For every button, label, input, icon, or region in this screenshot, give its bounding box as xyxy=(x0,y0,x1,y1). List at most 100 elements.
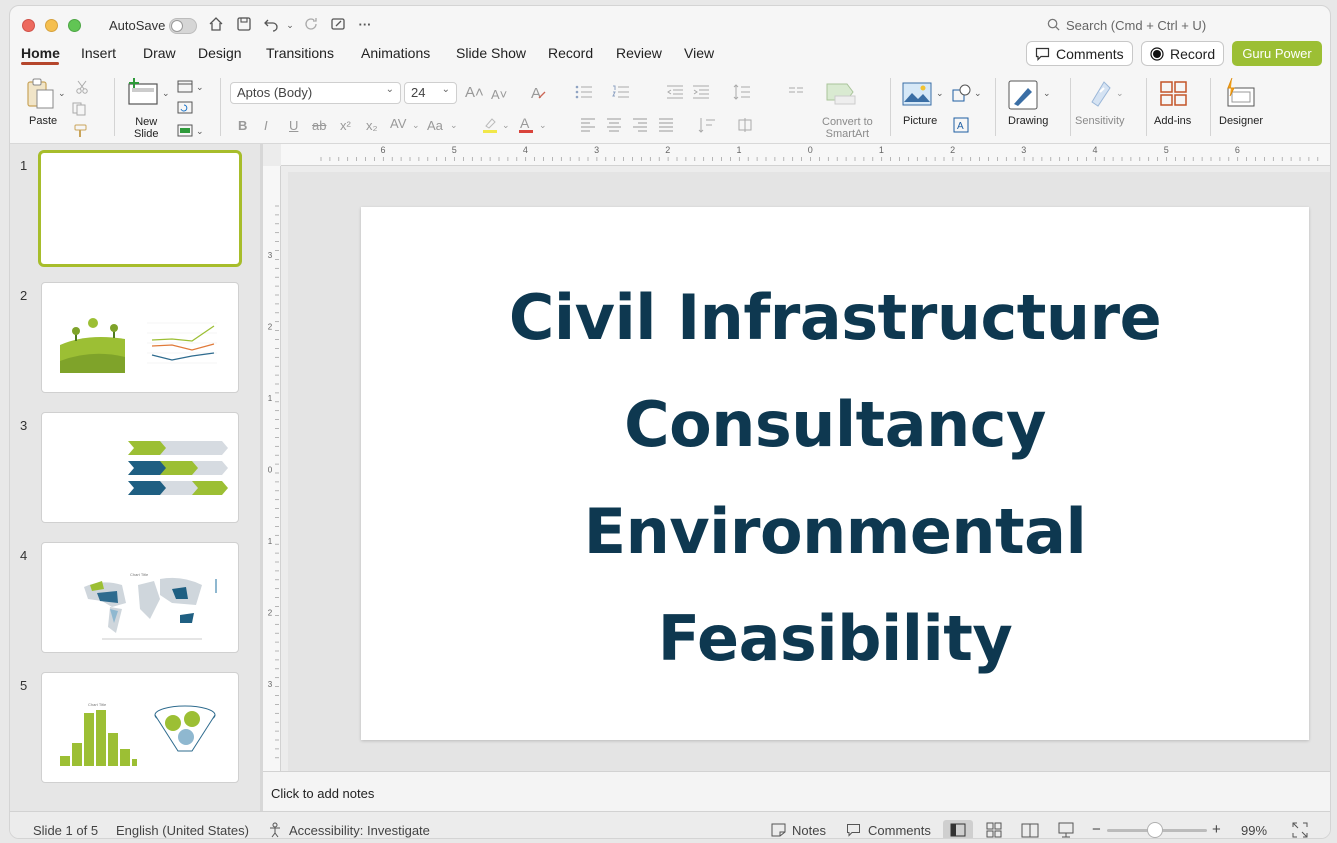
grow-font-icon[interactable]: A˄ xyxy=(465,85,484,100)
picture-chevron-icon[interactable]: ⌄ xyxy=(936,86,944,100)
new-slide-icon[interactable] xyxy=(127,78,159,109)
font-size-select[interactable]: 24 ⌄ xyxy=(404,82,457,104)
copy-icon[interactable] xyxy=(72,102,88,119)
change-case-button[interactable]: Aa xyxy=(427,119,443,133)
tab-transitions[interactable]: Transitions xyxy=(266,45,334,61)
text-direction-icon[interactable] xyxy=(698,117,716,136)
current-slide[interactable]: Civil Infrastructure Consultancy Environ… xyxy=(361,207,1309,740)
zoom-slider-handle[interactable] xyxy=(1147,822,1163,838)
character-spacing-chevron-icon[interactable]: ⌄ xyxy=(412,118,420,132)
save-icon[interactable] xyxy=(235,16,253,34)
drawing-chevron-icon[interactable]: ⌄ xyxy=(1043,86,1051,100)
slide-thumbnail-5[interactable]: Chart Title xyxy=(41,672,239,783)
more-options-icon[interactable]: ··· xyxy=(356,16,374,34)
reset-slide-icon[interactable] xyxy=(177,101,193,117)
line-spacing-icon[interactable] xyxy=(733,84,751,103)
zoom-in-button[interactable]: + xyxy=(1212,821,1221,838)
tab-home[interactable]: Home xyxy=(21,45,60,61)
notes-pane[interactable]: Click to add notes xyxy=(263,771,1330,811)
paste-dropdown-chevron-icon[interactable]: ⌄ xyxy=(58,86,66,100)
align-right-icon[interactable] xyxy=(632,118,648,135)
slide-thumbnail-2[interactable] xyxy=(41,282,239,393)
cut-icon[interactable] xyxy=(75,80,89,97)
layout-icon[interactable] xyxy=(177,80,193,96)
tab-slide-show[interactable]: Slide Show xyxy=(456,45,526,61)
highlight-icon[interactable] xyxy=(481,116,499,137)
language-indicator[interactable]: English (United States) xyxy=(116,823,249,838)
minimize-window-button[interactable] xyxy=(45,19,58,32)
slide-thumbnail-3[interactable] xyxy=(41,412,239,523)
fit-to-window-icon[interactable] xyxy=(1292,822,1308,838)
align-center-icon[interactable] xyxy=(606,118,622,135)
tab-review[interactable]: Review xyxy=(616,45,662,61)
align-text-icon[interactable] xyxy=(736,117,754,136)
bold-button[interactable]: B xyxy=(238,119,247,133)
guru-power-button[interactable]: Guru Power xyxy=(1232,41,1322,66)
comments-status-icon[interactable] xyxy=(846,823,861,838)
convert-to-smartart-icon[interactable] xyxy=(825,82,857,109)
autosave-toggle[interactable] xyxy=(169,18,197,34)
tab-insert[interactable]: Insert xyxy=(81,45,116,61)
decrease-indent-icon[interactable] xyxy=(666,85,684,102)
reading-view-button[interactable] xyxy=(1015,820,1045,838)
tab-draw[interactable]: Draw xyxy=(143,45,176,61)
accessibility-icon[interactable] xyxy=(268,822,284,838)
slide-title[interactable]: Civil Infrastructure Consultancy Environ… xyxy=(361,264,1309,692)
redo-icon[interactable] xyxy=(302,16,320,34)
zoom-level[interactable]: 99% xyxy=(1241,823,1267,838)
columns-icon[interactable] xyxy=(788,85,804,102)
superscript-button[interactable]: x² xyxy=(340,119,351,133)
change-case-chevron-icon[interactable]: ⌄ xyxy=(450,118,458,132)
sensitivity-chevron-icon[interactable]: ⌄ xyxy=(1116,86,1124,100)
italic-button[interactable]: I xyxy=(264,119,268,133)
drawing-icon[interactable] xyxy=(1008,80,1040,113)
slide-sorter-button[interactable] xyxy=(979,820,1009,838)
section-dropdown-chevron-icon[interactable]: ⌄ xyxy=(196,124,204,138)
undo-icon[interactable] xyxy=(262,16,280,34)
zoom-out-button[interactable]: − xyxy=(1092,821,1101,838)
picture-icon[interactable] xyxy=(902,82,932,109)
notes-icon[interactable] xyxy=(771,823,786,838)
clear-formatting-icon[interactable]: A xyxy=(530,84,547,104)
tab-view[interactable]: View xyxy=(684,45,714,61)
font-name-select[interactable]: Aptos (Body) ⌄ xyxy=(230,82,401,104)
slide-show-button[interactable] xyxy=(1051,820,1081,838)
font-color-icon[interactable]: A xyxy=(518,116,536,137)
font-color-chevron-icon[interactable]: ⌄ xyxy=(539,118,547,132)
strikethrough-button[interactable]: ab xyxy=(312,119,326,133)
normal-view-button[interactable] xyxy=(943,820,973,838)
tab-design[interactable]: Design xyxy=(198,45,242,61)
maximize-window-button[interactable] xyxy=(68,19,81,32)
new-slide-dropdown-chevron-icon[interactable]: ⌄ xyxy=(162,86,170,100)
slide-thumbnail-4[interactable]: Chart Title xyxy=(41,542,239,653)
shapes-chevron-icon[interactable]: ⌄ xyxy=(974,86,982,100)
bullets-icon[interactable] xyxy=(575,85,593,102)
designer-icon[interactable] xyxy=(1224,77,1256,111)
numbering-icon[interactable] xyxy=(612,85,630,102)
paste-icon[interactable] xyxy=(26,78,56,113)
shapes-icon[interactable] xyxy=(952,84,972,105)
home-icon[interactable] xyxy=(207,16,225,34)
add-ins-icon[interactable] xyxy=(1159,80,1189,111)
comments-status-button[interactable]: Comments xyxy=(868,823,931,838)
underline-button[interactable]: U xyxy=(289,119,298,133)
undo-dropdown-chevron-icon[interactable]: ⌄ xyxy=(281,16,299,34)
quick-access-icon[interactable] xyxy=(329,16,347,34)
justify-icon[interactable] xyxy=(658,118,674,135)
close-window-button[interactable] xyxy=(22,19,35,32)
subscript-button[interactable]: x₂ xyxy=(366,119,378,133)
notes-button[interactable]: Notes xyxy=(792,823,826,838)
highlight-chevron-icon[interactable]: ⌄ xyxy=(502,118,510,132)
record-button[interactable]: Record xyxy=(1141,41,1225,66)
format-painter-icon[interactable] xyxy=(74,124,90,141)
accessibility-status[interactable]: Accessibility: Investigate xyxy=(289,823,430,838)
increase-indent-icon[interactable] xyxy=(692,85,710,102)
slide-thumbnail-1[interactable] xyxy=(38,150,242,267)
sensitivity-icon[interactable] xyxy=(1088,78,1114,111)
text-box-icon[interactable]: A xyxy=(953,117,969,136)
character-spacing-button[interactable]: AV xyxy=(390,117,406,131)
comments-button[interactable]: Comments xyxy=(1026,41,1133,66)
layout-dropdown-chevron-icon[interactable]: ⌄ xyxy=(196,80,204,94)
section-icon[interactable] xyxy=(177,124,193,140)
tab-animations[interactable]: Animations xyxy=(361,45,430,61)
